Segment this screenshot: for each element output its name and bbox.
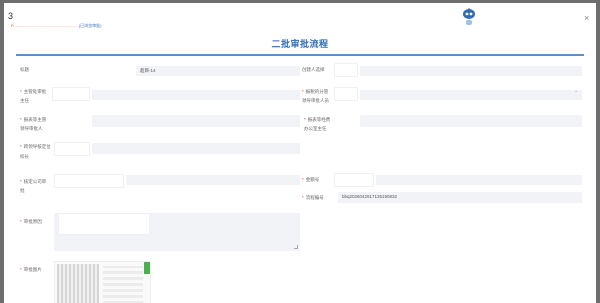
close-icon[interactable]: × [584,13,589,23]
reason-label: * 审批原因 [20,219,42,224]
serial-label: * 流程编号 [302,195,324,200]
company-picker[interactable] [54,174,124,188]
textarea-resize-handle[interactable] [294,245,298,249]
manager-label-2: 领导审批人 [20,126,43,131]
attachment-thumbnail[interactable] [54,261,151,303]
dept-label-2: 领导审批人员 [302,98,329,103]
creator-label: 创建人选择 [302,67,325,72]
dept-picker[interactable] [334,87,358,101]
title-divider [16,54,584,56]
finance-field[interactable] [360,115,582,127]
back-arrow-icon[interactable]: 3 [8,11,13,21]
serial-value: bbq2026042917135190832 [342,194,398,199]
chevron-down-icon[interactable]: ⌄ [574,88,578,94]
supervisor-label-2: 主任 [20,98,29,103]
finance-label: * 报表等经费 [304,117,331,122]
approval-modal: 3 P.....................................… [4,3,596,303]
approval-picker[interactable] [54,142,90,156]
manager-field[interactable] [92,115,300,127]
name-field[interactable] [136,66,300,76]
attachment-image [57,264,99,303]
name-label: 标题 [20,67,29,72]
amount-picker[interactable] [334,173,374,187]
company-field[interactable] [126,175,300,185]
attachment-image-2 [103,266,143,303]
dept-label: * 报税的分管 [302,89,329,94]
image-tag [144,262,150,274]
supervisor-label: * 主管处审批 [20,89,47,94]
attachment-label: * 审批图片 [20,267,42,272]
supervisor-picker[interactable] [52,87,90,101]
notice-link[interactable]: (已浏览审批) [79,23,102,28]
form-title: 二批审批流程 [271,39,329,49]
notice-banner: P.......................................… [11,23,102,28]
finance-label-2: 办公室主任 [304,126,327,131]
approval-label-2: 校长 [20,154,29,159]
name-value: 超目-14 [140,68,156,73]
supervisor-field[interactable] [92,90,300,100]
amount-field[interactable] [376,175,582,185]
amount-label: * 金额号 [302,177,320,182]
approval-label: * 跨领导核定位 [20,144,51,149]
manager-label: * 报表等主管 [20,117,47,122]
creator-field[interactable] [360,66,582,76]
reason-overlay [58,213,150,235]
robot-mascot-icon [463,8,475,25]
company-label-2: 批 [20,188,25,193]
company-label: * 核定公司审 [20,179,47,184]
dept-select[interactable] [360,90,582,100]
creator-picker[interactable] [334,63,358,77]
approval-field[interactable] [92,143,300,154]
